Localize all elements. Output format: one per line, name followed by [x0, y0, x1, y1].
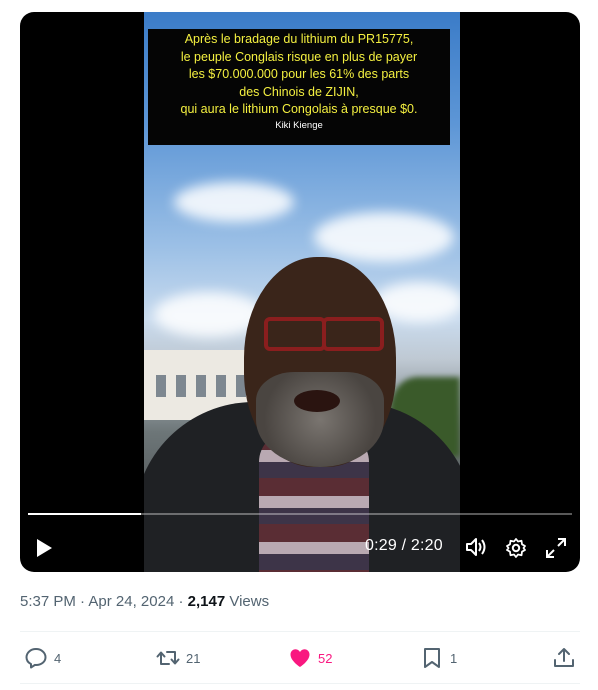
divider	[20, 683, 580, 684]
expand-icon	[546, 538, 566, 558]
play-button[interactable]	[34, 538, 54, 563]
repost-icon	[156, 651, 180, 665]
volume-button[interactable]	[465, 536, 487, 563]
bookmark-icon	[424, 648, 440, 668]
caption-line: le peuple Conglais risque en plus de pay…	[180, 49, 418, 64]
like-count: 52	[318, 650, 333, 666]
tweet-time[interactable]: 5:37 PM	[20, 593, 76, 610]
progress-bar[interactable]	[28, 513, 572, 515]
reply-count: 4	[54, 650, 62, 666]
meta-separator: ·	[80, 593, 86, 610]
settings-button[interactable]	[505, 537, 527, 564]
volume-icon	[466, 538, 486, 556]
video-player[interactable]: Après le bradage du lithium du PR15775, …	[20, 12, 580, 572]
views-count: 2,147	[187, 593, 226, 610]
caption-line: qui aura le lithium Congolais à presque …	[180, 102, 418, 116]
reply-button[interactable]: 4	[24, 644, 61, 672]
time-display: 0:29 / 2:20	[365, 537, 443, 554]
gear-icon	[506, 538, 526, 558]
person-beard	[256, 372, 384, 467]
tweet-meta: 5:37 PM · Apr 24, 2024 · 2,147 Views	[20, 593, 269, 610]
meta-separator: ·	[178, 593, 184, 610]
person-glasses	[244, 317, 394, 355]
bookmark-button[interactable]: 1	[420, 644, 457, 672]
reply-icon	[25, 648, 47, 669]
video-caption: Après le bradage du lithium du PR15775, …	[148, 29, 450, 145]
caption-author: Kiki Kienge	[275, 119, 323, 131]
repost-count: 21	[186, 650, 201, 666]
tweet-date[interactable]: Apr 24, 2024	[88, 593, 174, 610]
progress-fill	[28, 513, 141, 515]
share-icon	[554, 648, 574, 667]
caption-line: des Chinois de ZIJIN,	[239, 84, 359, 99]
heart-icon	[290, 649, 310, 667]
caption-line: Après le bradage du lithium du PR15775,	[184, 32, 414, 46]
fullscreen-button[interactable]	[545, 537, 567, 564]
caption-line: les $70.000.000 pour les 61% des parts	[188, 67, 410, 81]
repost-button[interactable]: 21	[156, 644, 200, 672]
bookmark-count: 1	[450, 650, 458, 666]
person-mouth	[294, 390, 340, 412]
views-label: Views	[229, 593, 270, 610]
play-icon	[37, 539, 52, 557]
share-button[interactable]	[552, 644, 576, 672]
like-button[interactable]: 52	[288, 644, 332, 672]
divider	[20, 631, 580, 632]
